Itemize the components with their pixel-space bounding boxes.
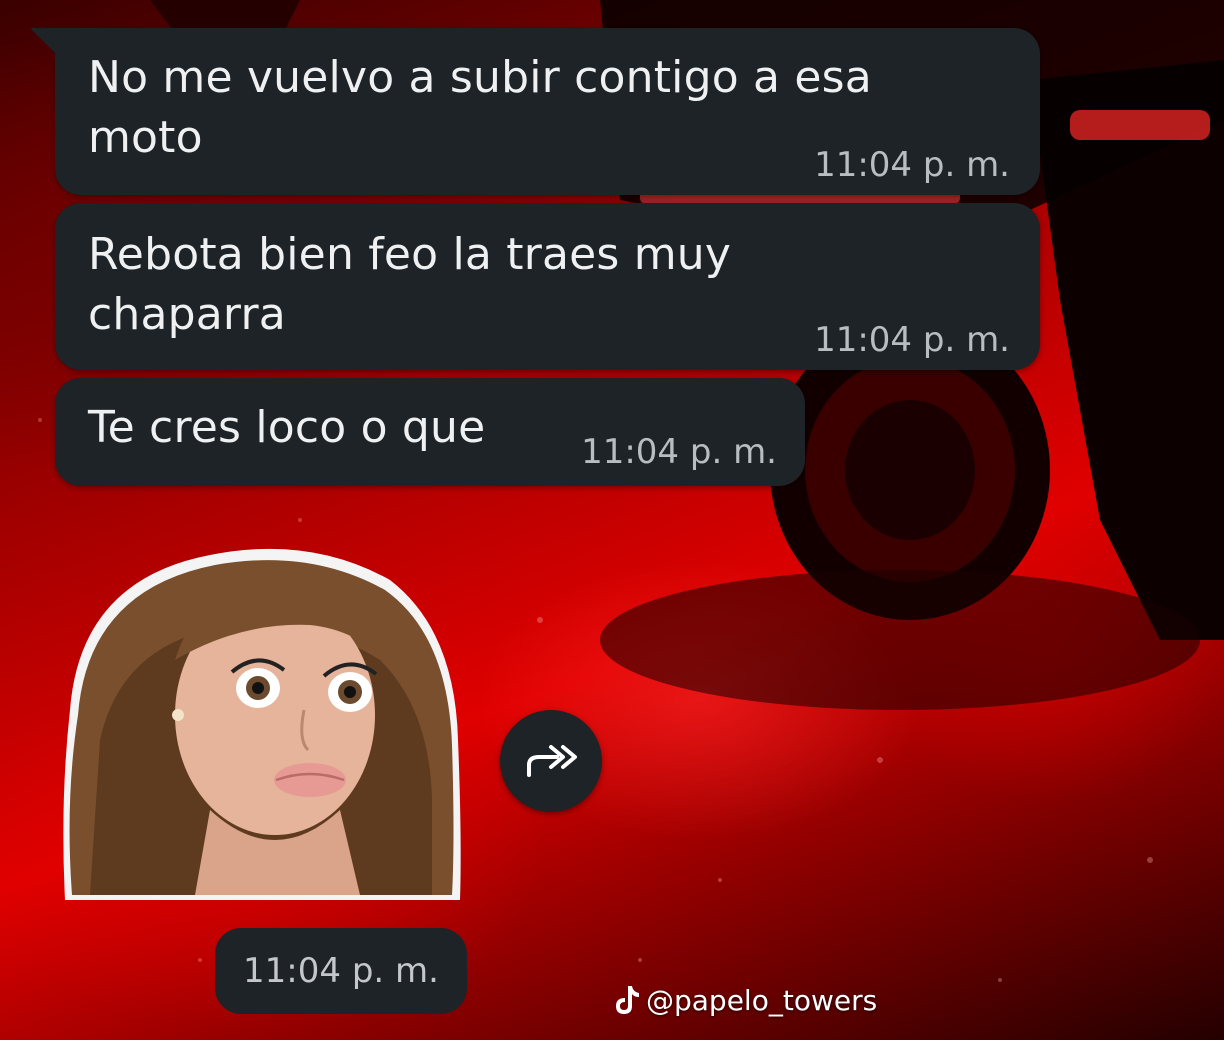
- watermark-handle: @papelo_towers: [646, 983, 878, 1017]
- forward-button[interactable]: [500, 710, 602, 812]
- message-bubble-2[interactable]: Rebota bien feo la traes muy chaparra 11…: [55, 203, 1040, 370]
- sticker-time: 11:04 p. m.: [215, 928, 467, 1014]
- message-time: 11:04 p. m.: [814, 145, 1010, 185]
- tiktok-icon: [616, 986, 639, 1014]
- message-time: 11:04 p. m.: [814, 320, 1010, 360]
- message-time: 11:04 p. m.: [581, 432, 777, 472]
- message-bubble-3[interactable]: Te cres loco o que 11:04 p. m.: [55, 378, 805, 486]
- forward-icon: [527, 745, 577, 777]
- message-text: Rebota bien feo la traes muy chaparra: [88, 229, 732, 340]
- bubble-tail: [30, 28, 58, 56]
- message-text: Te cres loco o que: [88, 402, 486, 453]
- watermark: @papelo_towers: [612, 978, 877, 1022]
- message-bubble-1[interactable]: No me vuelvo a subir contigo a esa moto …: [55, 28, 1040, 195]
- sticker-time-text: 11:04 p. m.: [243, 951, 439, 991]
- doll-face-sticker[interactable]: [60, 540, 465, 905]
